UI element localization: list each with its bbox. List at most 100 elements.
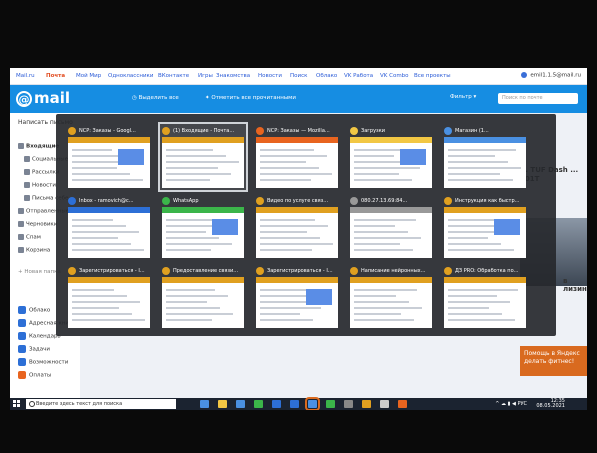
- thumbnail-text-line: [166, 155, 226, 157]
- thumbnail-toolbar: [350, 207, 432, 213]
- app-icon: [68, 126, 76, 135]
- thumbnail-text-line: [72, 295, 127, 297]
- portal-link[interactable]: Одноклассники: [108, 73, 153, 79]
- taskbar-app-icon[interactable]: [380, 400, 389, 408]
- app-tasks[interactable]: Задачи: [18, 345, 50, 353]
- leasing-text: в лизинг: [563, 277, 587, 293]
- switcher-window[interactable]: 080.27.13.69:84...: [348, 194, 434, 260]
- portal-link[interactable]: Все проекты: [414, 73, 451, 79]
- app-icon: [162, 126, 170, 135]
- taskbar-app-icon[interactable]: [305, 397, 320, 410]
- switcher-window[interactable]: WhatsApp: [160, 194, 246, 260]
- taskbar-app-icon[interactable]: [398, 400, 407, 408]
- switcher-window[interactable]: Загрузки: [348, 124, 434, 190]
- ad-banner[interactable]: Помощь в Яндекс делать фитнес!: [520, 346, 587, 376]
- switcher-window[interactable]: NCP: Заказы - Googl...: [66, 124, 152, 190]
- window-title-row: NCP: Заказы - Googl...: [68, 126, 150, 136]
- select-all-button[interactable]: ◷ Выделить все: [132, 95, 179, 101]
- cloud-icon: [18, 306, 26, 314]
- app-calendar[interactable]: Календарь: [18, 332, 61, 340]
- switcher-window[interactable]: Инструкция как быстр...: [442, 194, 528, 260]
- taskbar-app-icon[interactable]: [254, 400, 263, 408]
- switcher-window[interactable]: (1) Входящие - Почта...: [158, 122, 248, 192]
- taskbar-app-icon[interactable]: [200, 400, 209, 408]
- portal-link[interactable]: Поиск: [290, 73, 307, 79]
- window-title-row: Inbox - ramovich@c...: [68, 196, 150, 206]
- thumbnail-text-line: [166, 173, 231, 175]
- windows-logo-pane: [17, 400, 20, 403]
- app-features[interactable]: Возможности: [18, 358, 68, 366]
- app-cloud[interactable]: Облако: [18, 306, 50, 314]
- switcher-window[interactable]: Inbox - ramovich@c...: [66, 194, 152, 260]
- sidebar-item-drafts[interactable]: Черновики: [18, 221, 57, 228]
- switcher-window[interactable]: Зарегистрироваться - I...: [66, 264, 152, 330]
- thumbnail-text-line: [72, 219, 113, 221]
- taskbar-app-icon[interactable]: [362, 400, 371, 408]
- window-title: Написание нейронных...: [361, 268, 426, 274]
- taskbar-app-icon[interactable]: [218, 400, 227, 408]
- portal-link[interactable]: Mail.ru: [16, 73, 35, 79]
- switcher-window[interactable]: Магазин (1...: [442, 124, 528, 190]
- taskbar-app-icon[interactable]: [344, 400, 353, 408]
- portal-link[interactable]: Новости: [258, 73, 282, 79]
- thumbnail-text-line: [72, 313, 132, 315]
- thumbnail-text-line: [448, 161, 508, 163]
- app-icon: [162, 196, 170, 205]
- account-menu[interactable]: emil1.1.5@mail.ru: [521, 72, 581, 79]
- taskbar-app-icon[interactable]: [236, 400, 245, 408]
- filter-button[interactable]: Фильтр ▾: [450, 94, 476, 100]
- portal-link[interactable]: Облако: [316, 73, 337, 79]
- switcher-window[interactable]: Зарегистрироваться - I...: [254, 264, 340, 330]
- thumbnail-toolbar: [68, 207, 150, 213]
- at-icon: @: [16, 90, 32, 107]
- portal-link[interactable]: Знакомства: [216, 73, 250, 79]
- portal-link-mail[interactable]: Почта: [46, 73, 65, 79]
- portal-link[interactable]: ВКонтакте: [158, 73, 189, 79]
- clock[interactable]: 12:35 08.05.2021: [536, 399, 565, 409]
- desktop-screen: Mail.ru Почта Мой Мир Одноклассники ВКон…: [10, 68, 587, 410]
- thumbnail-toolbar: [350, 137, 432, 143]
- mail-logo[interactable]: @ mail: [16, 89, 70, 107]
- tray-icons[interactable]: ^ ☁ ▮ ◀ РУС: [495, 401, 527, 407]
- letterbox-top: [0, 0, 597, 68]
- thumbnail-text-line: [166, 243, 232, 245]
- taskbar-app-icon[interactable]: [272, 400, 281, 408]
- sidebar-item-trash[interactable]: Корзина: [18, 247, 50, 254]
- taskbar-app-icon[interactable]: [290, 400, 299, 408]
- app-label: Возможности: [29, 359, 69, 366]
- portal-link[interactable]: VK Combo: [380, 73, 409, 79]
- thumbnail-text-line: [166, 231, 206, 233]
- app-payments[interactable]: Оплаты: [18, 371, 51, 379]
- sidebar-item-inbox[interactable]: Входящие: [18, 143, 59, 150]
- switcher-window[interactable]: Предоставление связи...: [160, 264, 246, 330]
- switcher-window[interactable]: NCP: Заказы — Mozilla...: [254, 124, 340, 190]
- start-button[interactable]: [13, 400, 21, 408]
- search-icon: [29, 401, 35, 407]
- switcher-window[interactable]: ДЗ PRO: Обработка по...: [442, 264, 528, 330]
- sidebar-item-new-folder[interactable]: + Новая папка: [18, 269, 61, 275]
- thumbnail-text-line: [260, 179, 311, 181]
- portal-link[interactable]: VK Работа: [344, 73, 373, 79]
- thumbnail-toolbar: [444, 137, 526, 143]
- portal-link[interactable]: Игры: [198, 73, 213, 79]
- portal-link[interactable]: Мой Мир: [76, 73, 101, 79]
- mark-read-button[interactable]: ✦ Отметить все прочитанными: [205, 95, 296, 101]
- thumbnail-text-line: [72, 249, 144, 251]
- sidebar-item-spam[interactable]: Спам: [18, 234, 41, 241]
- thumbnail-text-line: [260, 237, 320, 239]
- thumbnail-toolbar: [444, 207, 526, 213]
- taskbar-app-icon[interactable]: [326, 400, 335, 408]
- sidebar-item-news[interactable]: Новости: [24, 182, 56, 189]
- thumbnail-text-line: [448, 307, 489, 309]
- thumbnail-text-line: [166, 179, 210, 181]
- search-input[interactable]: Поиск по почте: [498, 93, 578, 104]
- thumbnail-image: [306, 289, 332, 305]
- taskbar-search-input[interactable]: Введите здесь текст для поиска: [26, 399, 176, 409]
- payments-icon: [18, 371, 26, 379]
- switcher-window[interactable]: Видео по услуге связ...: [254, 194, 340, 260]
- thumbnail-text-line: [260, 173, 332, 175]
- windows-logo-pane: [13, 400, 16, 403]
- sidebar-item-mailings[interactable]: Рассылки: [24, 169, 60, 176]
- language-indicator[interactable]: РУС: [517, 401, 527, 407]
- switcher-window[interactable]: Написание нейронных...: [348, 264, 434, 330]
